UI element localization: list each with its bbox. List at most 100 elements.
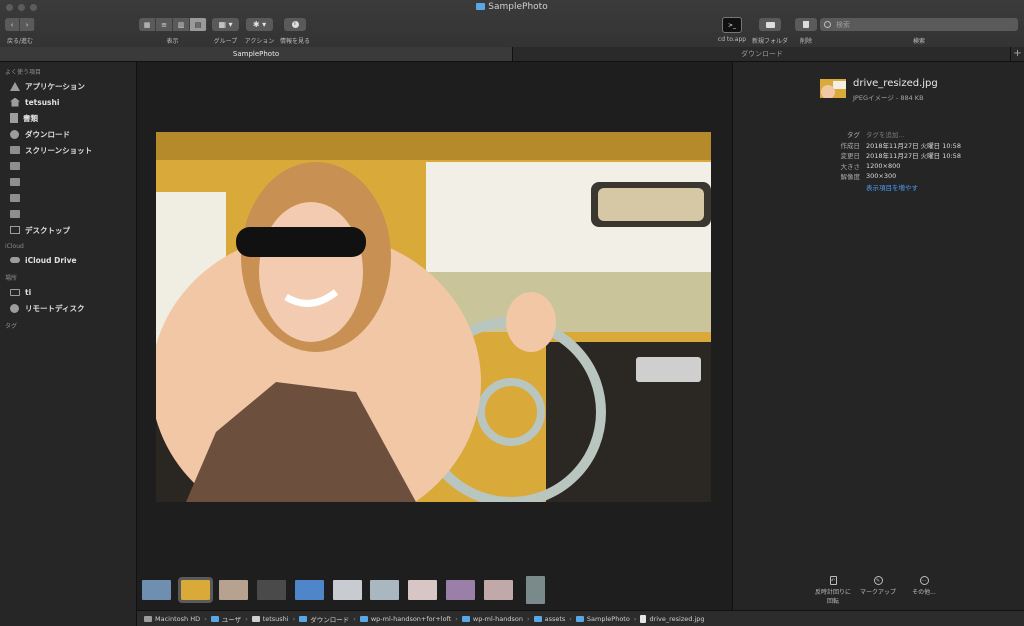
thumbnail[interactable] — [257, 580, 286, 600]
action-label: アクション — [244, 38, 275, 45]
sidebar-item-applications[interactable]: アプリケーション — [0, 78, 136, 94]
column-view-button[interactable]: ▥ — [173, 18, 190, 31]
sidebar-item-remote-disc[interactable]: リモートディスク — [0, 300, 136, 316]
path-crumb-home[interactable]: tetsushi — [251, 615, 289, 623]
folder-icon — [461, 615, 470, 622]
toolbar: SamplePhoto ‹ › 戻る/進む ▦ ≡ ▥ ▤ 表示 ▦ ▾ グルー… — [0, 0, 1024, 48]
path-crumb-samplephoto[interactable]: SamplePhoto — [575, 614, 630, 623]
path-crumb-folder[interactable]: wp-ml-handson — [461, 615, 523, 623]
sidebar-item-folder[interactable] — [0, 174, 136, 190]
sidebar-item-home[interactable]: tetsushi — [0, 94, 136, 110]
chevron-right-icon: › — [292, 614, 296, 623]
path-crumb-assets[interactable]: assets — [533, 615, 565, 623]
gallery-view-button[interactable]: ▤ — [190, 18, 207, 31]
rotate-left-button[interactable]: ↶ 反時計回りに回転 — [808, 576, 858, 605]
folder-icon — [10, 194, 20, 202]
action-button[interactable]: ✱ ▾ — [246, 18, 273, 31]
path-crumb-label: Macintosh HD — [155, 614, 201, 623]
sidebar-item-desktop[interactable]: デスクトップ — [0, 222, 136, 238]
sidebar-item-folder[interactable] — [0, 206, 136, 222]
sidebar: よく使う項目 アプリケーション tetsushi 書類 ダウンロード スクリーン… — [0, 62, 137, 626]
path-crumb-folder[interactable]: wp-ml-handson+for+loft — [359, 615, 451, 623]
search-field[interactable] — [820, 18, 1018, 31]
sidebar-item-label: iCloud Drive — [25, 255, 77, 265]
metadata-row-modified: 変更日 2018年11月27日 火曜日 10:58 — [818, 150, 961, 161]
preview-inspector: drive_resized.jpg JPEGイメージ - 884 KB タグ タ… — [732, 62, 1024, 610]
path-crumb-users[interactable]: ユーザ — [210, 614, 242, 624]
folder-icon — [10, 162, 20, 170]
file-thumbnail — [820, 79, 846, 98]
chevron-right-icon: › — [245, 614, 248, 623]
tab-bar: SamplePhoto ダウンロード + — [0, 47, 1024, 62]
metadata-value: 2018年11月27日 火曜日 10:58 — [866, 152, 961, 161]
gallery-preview — [137, 62, 731, 610]
markup-button[interactable]: ✎ マークアップ — [855, 576, 901, 596]
sidebar-item-screenshots[interactable]: スクリーンショット — [0, 142, 136, 158]
list-view-button[interactable]: ≡ — [156, 18, 173, 31]
file-name: drive_resized.jpg — [853, 78, 938, 89]
sidebar-item-downloads[interactable]: ダウンロード — [0, 126, 136, 142]
back-button[interactable]: ‹ — [5, 18, 20, 31]
chevron-right-icon: › — [526, 614, 530, 623]
thumbnail[interactable] — [142, 580, 171, 600]
sidebar-item-disk-ti[interactable]: ti — [0, 284, 136, 300]
thumbnail[interactable] — [370, 580, 399, 600]
path-crumb-label: SamplePhoto — [586, 614, 630, 623]
path-crumb-label: ユーザ — [221, 615, 242, 624]
disk-icon — [10, 288, 20, 296]
thumbnail[interactable] — [219, 580, 248, 600]
tab-downloads[interactable]: ダウンロード — [512, 47, 1011, 61]
rotate-left-label: 反時計回りに回転 — [815, 589, 852, 605]
chevron-right-icon: › — [569, 614, 572, 623]
terminal-icon[interactable]: >_ — [722, 17, 742, 33]
show-more-link[interactable]: 表示項目を増やす — [866, 182, 918, 192]
thumbnail[interactable] — [333, 580, 362, 600]
metadata-key: 解像度 — [840, 173, 861, 182]
group-button[interactable]: ▦ ▾ — [212, 18, 239, 31]
thumbnail[interactable] — [408, 580, 437, 600]
documents-icon — [10, 113, 18, 123]
chevron-right-icon: › — [353, 614, 356, 623]
forward-button[interactable]: › — [20, 18, 35, 31]
desktop-icon — [10, 226, 20, 234]
metadata-value: 1200×800 — [866, 161, 901, 170]
path-crumb-macintosh-hd[interactable]: Macintosh HD — [144, 615, 200, 623]
sidebar-item-folder[interactable] — [0, 190, 136, 206]
rotate-left-icon: ↶ — [829, 576, 837, 585]
get-info-button[interactable]: i — [284, 18, 306, 31]
thumbnail[interactable] — [446, 580, 475, 600]
delete-button[interactable] — [795, 18, 817, 31]
new-folder-button[interactable] — [759, 18, 781, 31]
search-input[interactable] — [834, 19, 1008, 30]
metadata-table: タグ タグを追加... 作成日 2018年11月27日 火曜日 10:58 変更… — [818, 129, 961, 192]
sidebar-header-favorites: よく使う項目 — [5, 69, 42, 76]
cloud-icon — [10, 257, 20, 263]
tab-samplephoto[interactable]: SamplePhoto — [0, 47, 512, 61]
path-crumb-file[interactable]: drive_resized.jpg — [640, 614, 705, 623]
add-tag-field[interactable]: タグを追加... — [866, 129, 905, 139]
metadata-row-tags: タグ タグを追加... — [818, 129, 961, 140]
sidebar-header-locations: 場所 — [5, 275, 18, 282]
more-actions-button[interactable]: ⋯ その他... — [903, 576, 945, 596]
group-label: グループ — [213, 38, 238, 45]
downloads-icon — [10, 129, 19, 139]
sidebar-item-label: ti — [25, 287, 32, 297]
metadata-key: 大きさ — [840, 162, 861, 171]
markup-label: マークアップ — [859, 589, 896, 596]
sidebar-item-label: アプリケーション — [25, 81, 85, 91]
thumbnail-selected[interactable] — [178, 577, 213, 603]
path-crumb-downloads[interactable]: ダウンロード — [299, 614, 349, 624]
metadata-key: 作成日 — [840, 141, 861, 150]
nav-label: 戻る/進む — [6, 38, 34, 45]
thumbnail[interactable] — [295, 580, 324, 600]
sidebar-item-folder[interactable] — [0, 158, 136, 174]
sidebar-item-label: tetsushi — [25, 97, 60, 107]
window-title-area: SamplePhoto — [0, 2, 1024, 12]
sidebar-item-documents[interactable]: 書類 — [0, 110, 136, 126]
thumbnail[interactable] — [526, 576, 545, 604]
new-tab-button[interactable]: + — [1010, 47, 1024, 61]
sidebar-item-icloud-drive[interactable]: iCloud Drive — [0, 252, 136, 268]
thumbnail[interactable] — [484, 580, 513, 600]
icon-view-button[interactable]: ▦ — [139, 18, 156, 31]
metadata-key: タグ — [847, 131, 860, 140]
